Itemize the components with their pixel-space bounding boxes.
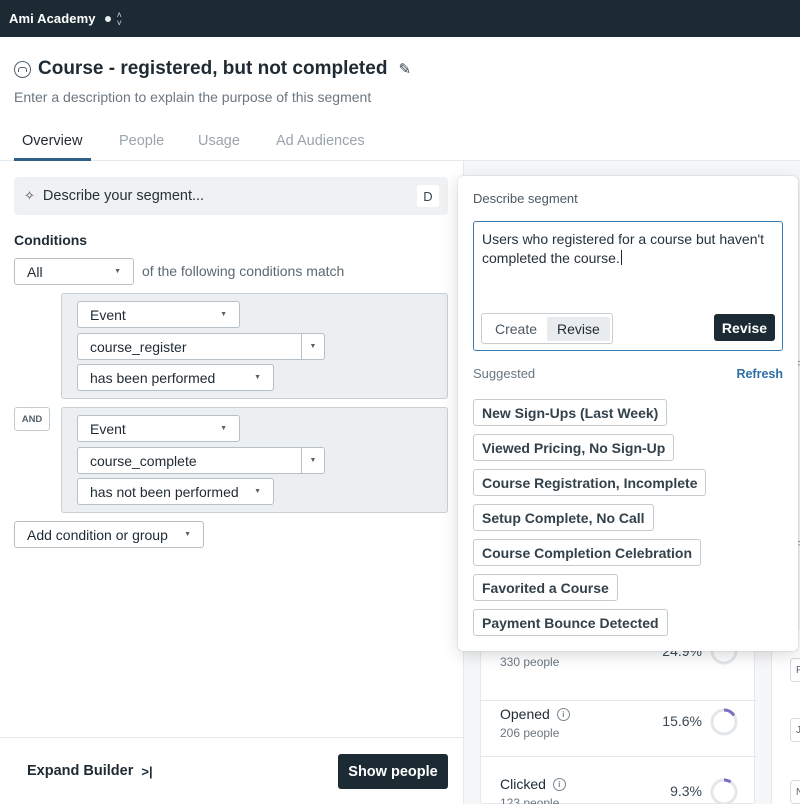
caret-down-icon: ▼	[114, 268, 121, 275]
refresh-link[interactable]: Refresh	[736, 367, 783, 381]
ring-track	[710, 778, 738, 804]
segment-description-textarea[interactable]: Users who registered for a course but ha…	[473, 221, 783, 351]
caret-down-icon: ▼	[254, 374, 261, 381]
side-chip[interactable]: J	[790, 718, 800, 742]
operator-value: has not been performed	[90, 483, 239, 500]
match-text: of the following conditions match	[142, 263, 345, 279]
progress-ring	[710, 778, 738, 804]
caret-down-icon: ▼	[254, 488, 261, 495]
stat-percent: 15.6%	[662, 713, 702, 729]
engagement-stats-card: 330 people 24.9% Opened i 206 people 15.6…	[480, 630, 756, 804]
page-title[interactable]: Course - registered, but not completed	[38, 58, 387, 80]
conditions-heading: Conditions	[14, 232, 88, 248]
event-dropdown-toggle-2[interactable]: ▼	[301, 447, 325, 474]
workspace-switcher-icon[interactable]: ˄ ˅	[117, 10, 122, 27]
edit-pencil-icon[interactable]: ✎	[398, 60, 411, 78]
workspace-name[interactable]: Ami Academy	[9, 11, 96, 26]
mode-toggle: Create Revise	[481, 313, 613, 344]
title-row: Course - registered, but not completed ✎	[14, 58, 411, 80]
description-field[interactable]: Enter a description to explain the purpo…	[14, 89, 371, 105]
stat-name: Clicked i	[500, 776, 566, 792]
stat-row: Clicked i 123 people 9.3%	[481, 757, 756, 804]
suggestion-chip[interactable]: Course Registration, Incomplete	[473, 469, 707, 496]
caret-down-icon: ▼	[220, 425, 227, 432]
caret-down-icon: ▼	[309, 343, 317, 350]
tab-people[interactable]: People	[119, 133, 164, 149]
describe-segment-label: Describe your segment...	[42, 188, 205, 204]
suggestion-chip[interactable]: New Sign-Ups (Last Week)	[473, 399, 668, 426]
tab-usage[interactable]: Usage	[198, 133, 240, 149]
operator-select-1[interactable]: has been performed ▼	[77, 364, 274, 391]
tab-overview[interactable]: Overview	[22, 133, 82, 149]
caret-down-icon: ▼	[309, 457, 317, 464]
top-bar: Ami Academy ˄ ˅	[0, 0, 800, 37]
side-chip[interactable]: N	[790, 780, 800, 804]
condition-type-value: Event	[90, 306, 126, 323]
revise-submit-button[interactable]: Revise	[714, 314, 775, 341]
sparkle-icon: ✧	[24, 188, 35, 203]
expand-arrow-icon: >|	[141, 763, 153, 779]
describe-segment-popover: Describe segment Users who registered fo…	[458, 176, 798, 651]
event-dropdown-toggle-1[interactable]: ▼	[301, 333, 325, 360]
suggested-heading: Suggested	[473, 366, 536, 381]
event-value: course_complete	[90, 452, 197, 469]
expand-builder-label: Expand Builder	[27, 763, 134, 779]
stat-label: Clicked	[500, 776, 546, 792]
suggestion-chip[interactable]: Payment Bounce Detected	[473, 609, 668, 636]
side-chip[interactable]: F	[790, 658, 800, 682]
suggestion-chip[interactable]: Setup Complete, No Call	[473, 504, 654, 531]
stat-name: Opened i	[500, 706, 570, 722]
condition-type-select-1[interactable]: Event ▼	[77, 301, 240, 328]
tab-ad-audiences[interactable]: Ad Audiences	[276, 133, 365, 149]
expand-builder-button[interactable]: Expand Builder >|	[27, 763, 153, 779]
event-select-1[interactable]: course_register	[77, 333, 302, 360]
match-mode-value: All	[27, 263, 43, 280]
operator-value: has been performed	[90, 369, 216, 386]
condition-type-select-2[interactable]: Event ▼	[77, 415, 240, 442]
event-value: course_register	[90, 338, 187, 355]
info-icon[interactable]: i	[556, 707, 570, 721]
suggestion-chip[interactable]: Favorited a Course	[473, 574, 618, 601]
describe-segment-bar[interactable]: ✧ Describe your segment... D	[14, 177, 448, 215]
active-tab-indicator	[14, 158, 91, 161]
event-select-2[interactable]: course_complete	[77, 447, 302, 474]
caret-down-icon: ▼	[220, 311, 227, 318]
add-condition-label: Add condition or group	[27, 526, 168, 543]
tab-bar: Overview People Usage Ad Audiences	[0, 124, 800, 161]
stat-label: Opened	[500, 706, 550, 722]
stat-count: 330 people	[500, 655, 560, 669]
match-mode-select[interactable]: All ▼	[14, 258, 134, 285]
segment-description-text: Users who registered for a course but ha…	[482, 230, 774, 268]
mode-revise[interactable]: Revise	[547, 316, 610, 341]
progress-ring	[710, 708, 738, 736]
mode-create[interactable]: Create	[485, 317, 547, 341]
info-icon[interactable]: i	[552, 777, 566, 791]
suggestion-chip[interactable]: Course Completion Celebration	[473, 539, 702, 566]
caret-down-icon: ▼	[184, 531, 191, 538]
status-dot	[104, 15, 111, 22]
stat-count: 206 people	[500, 726, 560, 740]
stat-count: 123 people	[500, 796, 560, 804]
suggestion-chip[interactable]: Viewed Pricing, No Sign-Up	[473, 434, 675, 461]
shortcut-badge: D	[417, 185, 439, 207]
segment-icon	[14, 60, 31, 78]
side-strip: F J N	[771, 630, 800, 804]
show-people-button[interactable]: Show people	[338, 754, 448, 789]
stat-percent: 9.3%	[670, 783, 702, 799]
add-condition-button[interactable]: Add condition or group ▼	[14, 521, 204, 548]
popover-label: Describe segment	[473, 191, 578, 206]
and-connector[interactable]: AND	[14, 407, 50, 431]
stat-row: Opened i 206 people 15.6%	[481, 687, 756, 757]
operator-select-2[interactable]: has not been performed ▼	[77, 478, 274, 505]
condition-type-value: Event	[90, 420, 126, 437]
